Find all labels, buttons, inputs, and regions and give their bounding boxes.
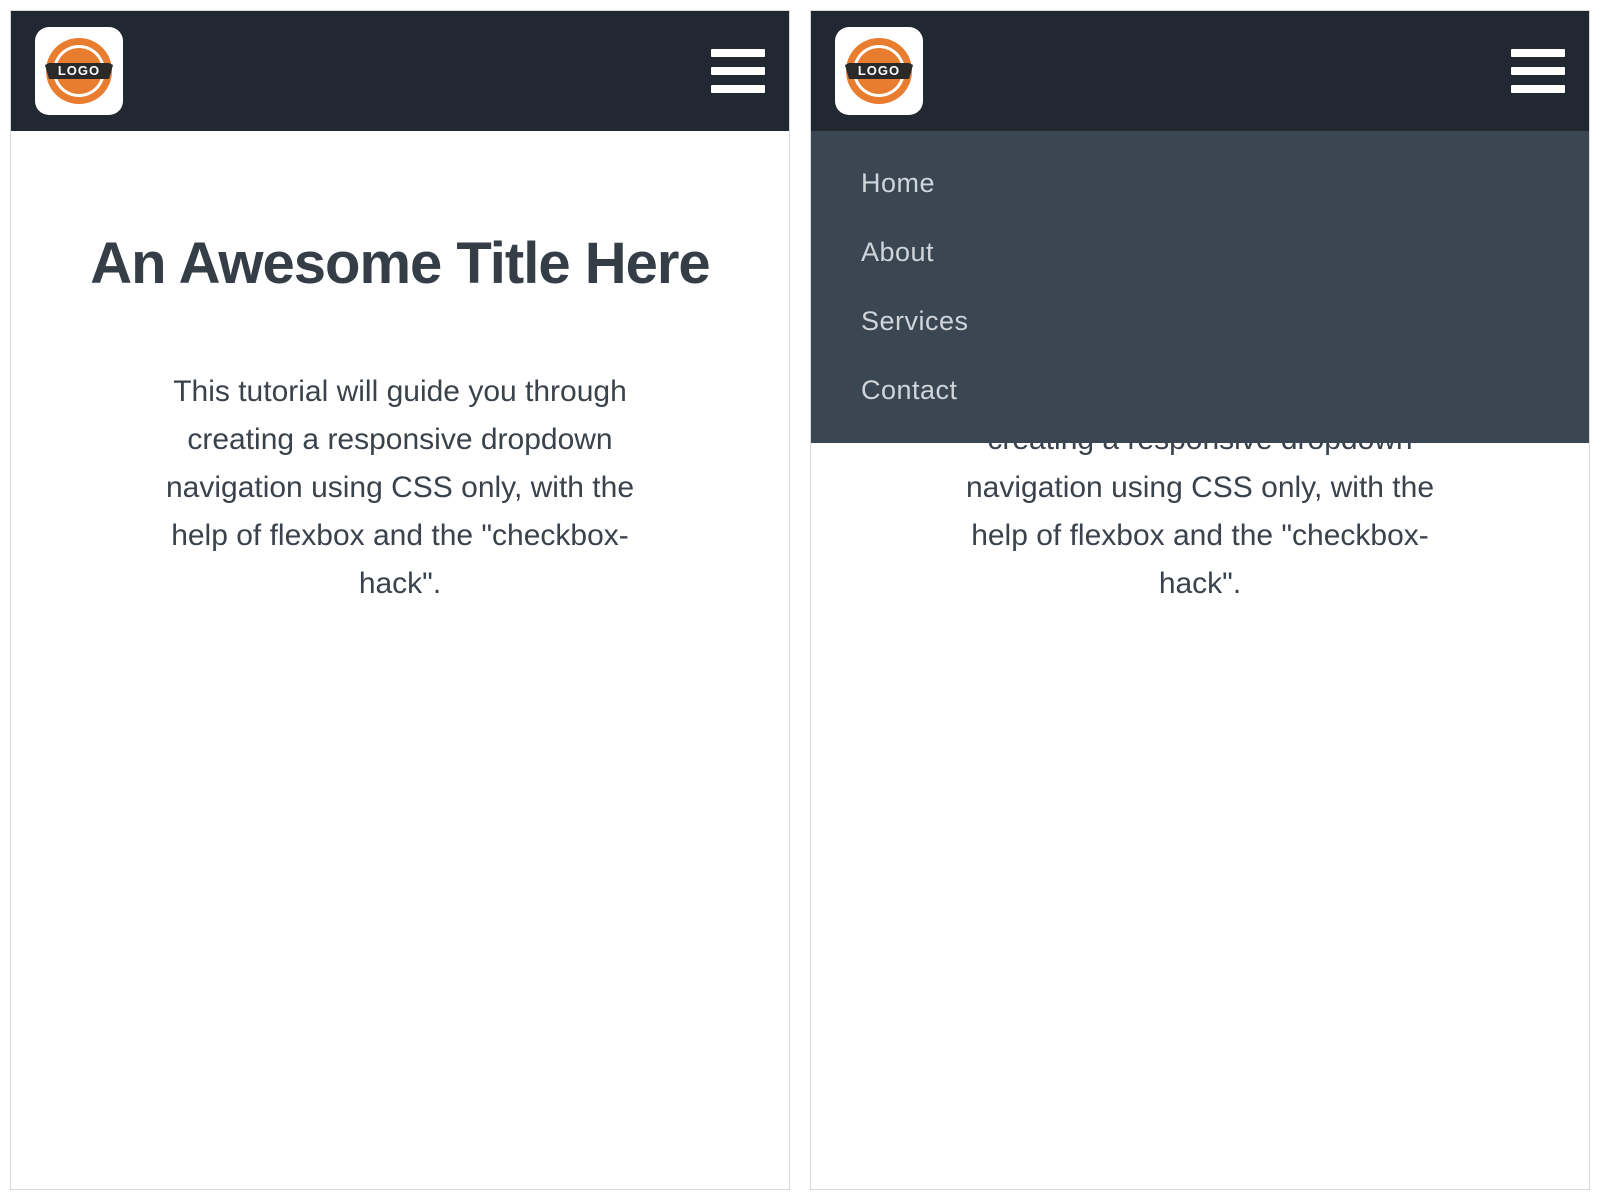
navbar: LOGO: [11, 11, 789, 131]
mobile-frame-open: LOGO Home About Services Contact An Awes…: [810, 10, 1590, 1190]
nav-item-about[interactable]: About: [811, 218, 1589, 287]
hamburger-icon[interactable]: [1511, 49, 1565, 93]
nav-item-services[interactable]: Services: [811, 287, 1589, 356]
logo-icon: LOGO: [841, 33, 917, 109]
dropdown-menu: Home About Services Contact: [811, 131, 1589, 443]
svg-text:LOGO: LOGO: [858, 63, 900, 78]
mobile-frame-closed: LOGO An Awesome Title Here This tutorial…: [10, 10, 790, 1190]
page-content: An Awesome Title Here This tutorial will…: [11, 131, 789, 608]
page-title: An Awesome Title Here: [71, 231, 729, 298]
hamburger-icon[interactable]: [711, 49, 765, 93]
svg-text:LOGO: LOGO: [58, 63, 100, 78]
page-subtitle: This tutorial will guide you through cre…: [140, 368, 660, 608]
logo[interactable]: LOGO: [835, 27, 923, 115]
logo-icon: LOGO: [41, 33, 117, 109]
nav-item-home[interactable]: Home: [811, 149, 1589, 218]
navbar: LOGO: [811, 11, 1589, 131]
nav-item-contact[interactable]: Contact: [811, 356, 1589, 425]
logo[interactable]: LOGO: [35, 27, 123, 115]
